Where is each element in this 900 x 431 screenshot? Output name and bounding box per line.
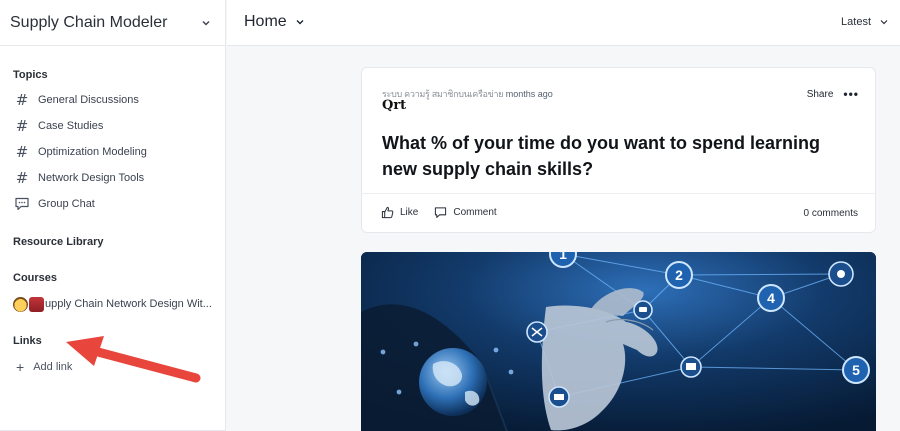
sidebar-item-general-discussions[interactable]: # General Discussions bbox=[14, 89, 139, 111]
comments-count[interactable]: 0 comments bbox=[804, 208, 858, 219]
student-emoji-icon bbox=[13, 296, 28, 312]
network-node: 5 bbox=[842, 356, 870, 384]
sidebar-item-label: Group Chat bbox=[38, 198, 95, 210]
svg-text:1: 1 bbox=[559, 252, 567, 262]
sidebar-item-label: Case Studies bbox=[38, 120, 104, 132]
topics-heading: Topics bbox=[13, 69, 48, 81]
school-emoji-icon bbox=[29, 296, 44, 312]
comment-icon bbox=[435, 207, 447, 218]
plus-icon: + bbox=[16, 359, 25, 375]
post-author[interactable]: Qrt bbox=[382, 98, 406, 113]
network-node: 2 bbox=[665, 261, 693, 289]
post-time: months ago bbox=[505, 89, 553, 99]
sidebar-item-label: Network Design Tools bbox=[38, 172, 145, 184]
svg-text:4: 4 bbox=[767, 290, 775, 306]
sidebar-item-group-chat[interactable]: Group Chat bbox=[14, 193, 95, 215]
page-title: Home bbox=[244, 13, 287, 30]
links-heading: Links bbox=[13, 335, 42, 347]
hash-icon: # bbox=[15, 117, 29, 135]
sidebar-item-optimization-modeling[interactable]: # Optimization Modeling bbox=[14, 141, 147, 163]
app-title: Supply Chain Modeler bbox=[10, 13, 168, 31]
sidebar-item-label: General Discussions bbox=[38, 94, 139, 106]
thumbs-up-icon bbox=[381, 206, 394, 219]
like-button[interactable]: Like bbox=[381, 206, 418, 219]
chat-bubble-icon bbox=[15, 197, 29, 211]
chevron-down-icon bbox=[880, 20, 888, 25]
post-card: ระบบ ความรู้ สมาชิกบนเครือข่าย months ag… bbox=[361, 67, 876, 233]
sort-label: Latest bbox=[841, 16, 871, 28]
sidebar-item-course[interactable]: upply Chain Network Design Wit... bbox=[13, 294, 212, 314]
hash-icon: # bbox=[15, 169, 29, 187]
like-label: Like bbox=[400, 207, 419, 218]
sidebar-item-label: Optimization Modeling bbox=[38, 146, 147, 158]
sidebar-item-network-design-tools[interactable]: # Network Design Tools bbox=[14, 167, 144, 189]
sort-dropdown[interactable]: Latest bbox=[841, 16, 889, 28]
comment-button[interactable]: Comment bbox=[434, 206, 497, 219]
hash-icon: # bbox=[15, 143, 29, 161]
sidebar-item-case-studies[interactable]: # Case Studies bbox=[14, 115, 104, 137]
card-divider bbox=[362, 193, 875, 194]
svg-text:5: 5 bbox=[852, 362, 860, 378]
more-options-icon[interactable]: ••• bbox=[843, 87, 859, 101]
resource-library-link[interactable]: Resource Library bbox=[0, 236, 103, 248]
chevron-down-icon bbox=[202, 20, 210, 25]
chevron-down-icon bbox=[296, 20, 304, 25]
home-dropdown[interactable]: Home bbox=[244, 13, 305, 31]
share-button[interactable]: Share bbox=[807, 89, 834, 100]
comment-label: Comment bbox=[453, 207, 497, 218]
hash-icon: # bbox=[15, 91, 29, 109]
svg-text:2: 2 bbox=[675, 267, 683, 283]
post-image[interactable]: 1 2 4 5 bbox=[361, 252, 876, 431]
courses-heading: Courses bbox=[13, 272, 58, 284]
network-illustration: 1 2 4 5 bbox=[361, 252, 876, 431]
post-title[interactable]: What % of your time do you want to spend… bbox=[382, 130, 852, 182]
community-switcher[interactable]: Supply Chain Modeler bbox=[0, 0, 225, 46]
red-arrow-annotation bbox=[66, 336, 201, 383]
post-meta: ระบบ ความรู้ สมาชิกบนเครือข่าย months ag… bbox=[382, 87, 553, 101]
course-item-label: upply Chain Network Design Wit... bbox=[45, 298, 212, 310]
post-actions-top: Share ••• bbox=[807, 87, 859, 101]
top-bar: Home Latest bbox=[227, 0, 900, 46]
post-actions: Like Comment bbox=[381, 206, 513, 219]
network-node: 4 bbox=[757, 284, 785, 312]
